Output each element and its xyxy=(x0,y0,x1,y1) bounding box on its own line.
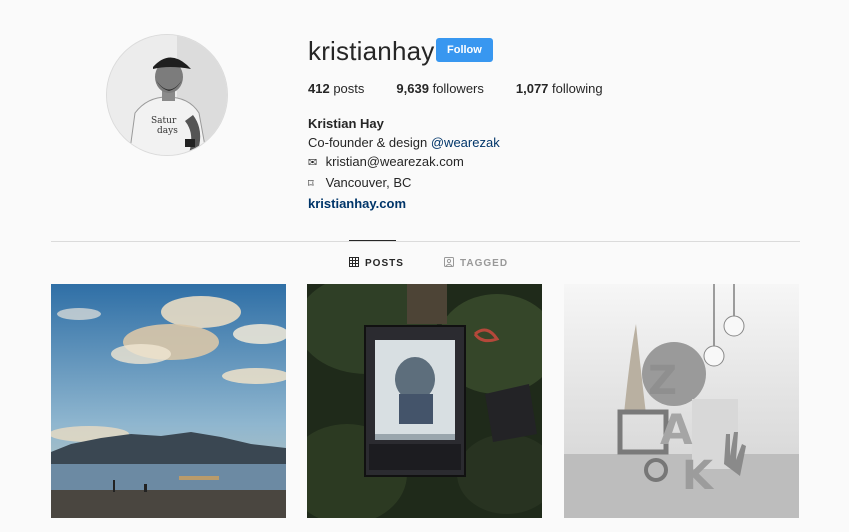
svg-text:days: days xyxy=(157,126,178,136)
bio-mention-link[interactable]: @wearezak xyxy=(431,135,500,150)
posts-stat: 412 posts xyxy=(308,81,364,96)
svg-text:Z: Z xyxy=(648,358,677,404)
avatar-photo: Satur days xyxy=(107,35,227,155)
post-tile-mirror[interactable] xyxy=(307,284,542,518)
following-label: following xyxy=(552,81,603,96)
bio-line-email: ✉ kristian@wearezak.com xyxy=(308,152,500,173)
svg-text:A: A xyxy=(660,405,693,454)
following-stat[interactable]: 1,077 following xyxy=(516,81,603,96)
tab-tagged-label: TAGGED xyxy=(460,258,509,269)
following-count: 1,077 xyxy=(515,81,549,96)
envelope-icon: ✉ xyxy=(308,157,318,169)
full-name: Kristian Hay xyxy=(308,116,384,131)
tab-tagged[interactable]: TAGGED xyxy=(444,257,508,270)
profile-username: kristianhay xyxy=(308,36,435,66)
profile-bio: Kristian Hay Co-founder & design @wearez… xyxy=(308,114,500,213)
grid-icon xyxy=(349,257,359,270)
zak-3d-render-image: Z A K xyxy=(564,284,799,518)
bio-email: kristian@wearezak.com xyxy=(325,154,464,169)
location-icon: ⌑ xyxy=(308,178,314,190)
followers-stat[interactable]: 9,639 followers xyxy=(396,81,483,96)
posts-label: posts xyxy=(333,81,365,96)
posts-count: 412 xyxy=(308,81,330,96)
bio-line-role: Co-founder & design @wearezak xyxy=(308,133,500,152)
tag-icon xyxy=(444,257,454,270)
website-link[interactable]: kristianhay.com xyxy=(308,194,500,213)
beach-sky-image xyxy=(51,284,286,518)
post-tile-beach[interactable] xyxy=(51,284,286,518)
mirror-in-grass-image xyxy=(307,284,542,518)
bio-line-location: ⌑ Vancouver, BC xyxy=(308,173,500,194)
followers-label: followers xyxy=(432,81,484,96)
tab-posts[interactable]: POSTS xyxy=(349,257,404,270)
profile-page: Satur days kristianhay Follow 412 posts … xyxy=(0,0,849,532)
bio-role-text: Co-founder & design xyxy=(308,135,431,150)
avatar[interactable]: Satur days xyxy=(106,34,228,156)
followers-count: 9,639 xyxy=(396,81,429,96)
post-tile-render[interactable]: Z A K xyxy=(564,284,799,518)
svg-text:K: K xyxy=(682,453,715,499)
bio-location: Vancouver, BC xyxy=(325,175,412,190)
tabs-divider xyxy=(51,241,800,242)
follow-button[interactable]: Follow xyxy=(436,38,493,62)
active-tab-indicator xyxy=(349,240,396,241)
tab-posts-label: POSTS xyxy=(365,258,404,269)
profile-stats: 412 posts 9,639 followers 1,077 followin… xyxy=(308,81,635,96)
svg-text:Satur: Satur xyxy=(151,116,177,126)
